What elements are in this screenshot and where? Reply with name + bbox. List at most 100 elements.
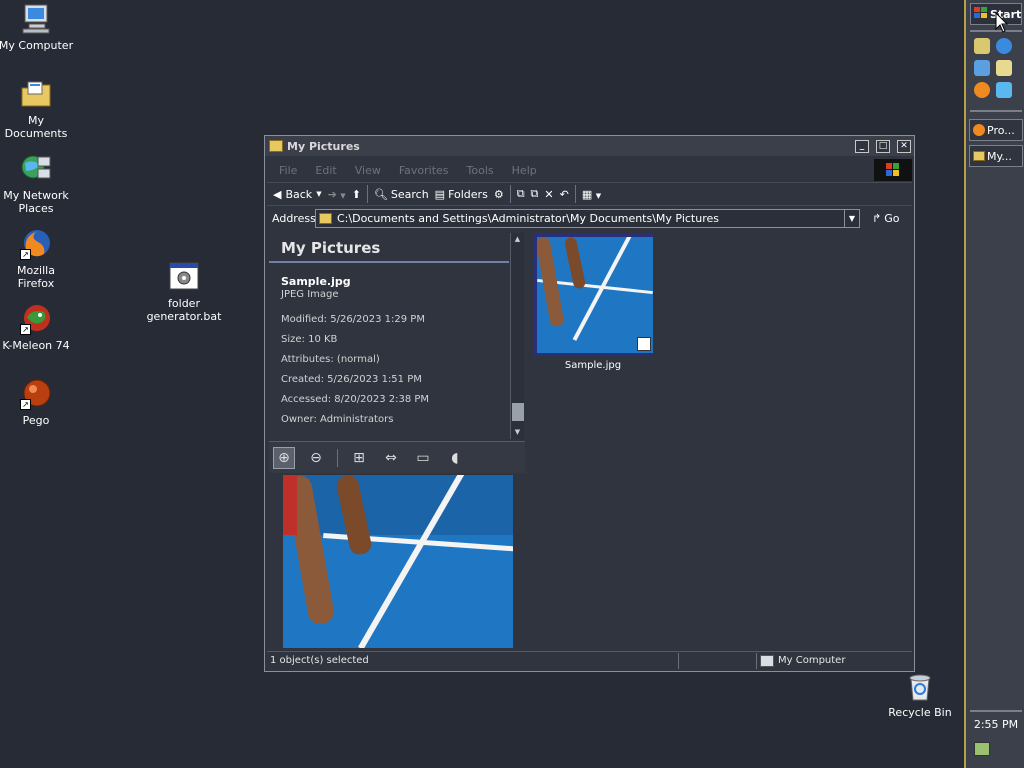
address-value: C:\Documents and Settings\Administrator\… (337, 211, 719, 225)
preview-shirt (283, 475, 297, 535)
desktop-icon-label: My Network Places (3, 189, 69, 215)
folder-picture-icon (319, 212, 332, 224)
move-to-icon[interactable]: ⧉ (517, 187, 525, 201)
address-label: Address (272, 211, 316, 225)
up-folder-icon[interactable]: ⬆ (352, 188, 361, 201)
minimize-button[interactable]: _ (855, 139, 869, 153)
my-computer-small-icon (760, 654, 774, 667)
go-arrow-icon: ↱ (872, 211, 882, 225)
folders-button[interactable]: ▤ Folders (435, 188, 488, 201)
desktop-icon-k-meleon[interactable]: ↗ K-Meleon 74 (0, 303, 74, 352)
menu-file[interactable]: File (279, 164, 297, 177)
pego-icon: ↗ (20, 378, 52, 410)
status-zone: My Computer (757, 653, 907, 669)
address-bar: Address C:\Documents and Settings\Admini… (267, 207, 912, 229)
accessed-date: Accessed: 8/20/2023 2:38 PM (281, 394, 430, 405)
undo-icon[interactable]: ↶ (560, 188, 569, 201)
close-button[interactable]: ✕ (897, 139, 911, 153)
folder-small-icon (973, 151, 985, 161)
copy-to-icon[interactable]: ⧉ (531, 187, 539, 201)
thumbnail-filename[interactable]: Sample.jpg (533, 360, 653, 371)
scroll-up-icon[interactable]: ▲ (511, 233, 524, 246)
desktop-icon-my-computer[interactable]: My Computer (0, 3, 74, 52)
menu-favorites[interactable]: Favorites (399, 164, 449, 177)
scrollbar-thumb[interactable] (512, 403, 524, 421)
taskbar: Start Pro... My... 2:55 PM (964, 0, 1024, 768)
jpeg-overlay-icon (637, 337, 651, 351)
scroll-down-icon[interactable]: ▼ (511, 426, 524, 439)
search-button[interactable]: 🔍︎ Search (374, 188, 429, 201)
file-size: Size: 10 KB (281, 334, 338, 345)
folder-picture-icon (269, 140, 283, 152)
details-scrollbar[interactable]: ▲ ▼ (510, 233, 524, 439)
my-documents-icon (20, 78, 52, 110)
desktop-icon-network-places[interactable]: My Network Places (0, 153, 74, 215)
file-type: JPEG Image (281, 289, 339, 300)
desktop-icon-label: folder generator.bat (146, 297, 222, 323)
task-button-my-pictures[interactable]: My... (969, 145, 1023, 167)
menu-tools[interactable]: Tools (467, 164, 494, 177)
shortcut-arrow-icon: ↗ (20, 324, 31, 335)
title-bar[interactable]: My Pictures _ □ ✕ (265, 136, 914, 156)
desktop-icon-pego[interactable]: ↗ Pego (0, 378, 74, 427)
file-attributes: Attributes: (normal) (281, 354, 380, 365)
messenger-icon[interactable] (996, 82, 1012, 98)
my-computer-icon (20, 3, 52, 35)
rotate-icon[interactable]: ◖ (444, 447, 466, 469)
shortcut-arrow-icon: ↗ (20, 249, 31, 260)
back-button[interactable]: ◀ Back ▼ (273, 188, 322, 201)
status-selection: 1 object(s) selected (267, 652, 679, 669)
best-fit-icon[interactable]: ⊞ (348, 447, 370, 469)
system-clock[interactable]: 2:55 PM (969, 718, 1023, 731)
explorer-window[interactable]: My Pictures _ □ ✕ File Edit View Favorit… (264, 135, 915, 672)
views-button[interactable]: ▦ ▼ (582, 188, 601, 201)
outlook-express-icon[interactable] (974, 60, 990, 76)
menu-help[interactable]: Help (512, 164, 537, 177)
internet-explorer-icon[interactable] (996, 38, 1012, 54)
taskbar-separator (970, 710, 1022, 712)
zoom-out-icon[interactable]: ⊖ (305, 447, 327, 469)
desktop-icon-label: Pego (22, 414, 50, 427)
show-desktop-icon[interactable] (974, 38, 990, 54)
menu-view[interactable]: View (355, 164, 381, 177)
status-bar: 1 object(s) selected My Computer (267, 651, 912, 669)
desktop-icon-label: My Documents (4, 114, 68, 140)
firefox-quicklaunch-icon[interactable] (974, 82, 990, 98)
firefox-icon: ↗ (20, 228, 52, 260)
forward-button[interactable]: ➔ ▼ (328, 188, 346, 201)
maximize-button[interactable]: □ (876, 139, 890, 153)
window-title: My Pictures (287, 139, 360, 153)
taskbar-separator (970, 110, 1022, 112)
back-arrow-icon: ◀ (273, 187, 282, 201)
recycle-bin-icon (904, 670, 936, 702)
actual-size-icon[interactable]: ⇔ (380, 447, 402, 469)
delete-icon[interactable]: ✕ (544, 188, 553, 201)
toolbar-separator (509, 185, 511, 203)
address-input[interactable]: C:\Documents and Settings\Administrator\… (315, 208, 860, 228)
go-button[interactable]: ↱ Go (872, 212, 899, 225)
desktop-icon-batch-file[interactable]: folder generator.bat (146, 261, 222, 323)
task-button-pro[interactable]: Pro... (969, 119, 1023, 141)
network-tray-icon[interactable] (974, 742, 990, 756)
created-date: Created: 5/26/2023 1:51 PM (281, 374, 422, 385)
folders-icon: ▤ (434, 187, 446, 201)
network-places-icon (20, 153, 52, 185)
menu-bar: File Edit View Favorites Tools Help (267, 158, 912, 182)
address-dropdown-button[interactable]: ▼ (844, 209, 859, 227)
sync-icon[interactable]: ⚙ (494, 188, 504, 201)
menu-edit[interactable]: Edit (315, 164, 336, 177)
chevron-down-icon[interactable]: ▼ (316, 190, 321, 198)
file-thumbnail[interactable] (533, 233, 653, 355)
slideshow-icon[interactable]: ▭ (412, 447, 434, 469)
desktop-icon-firefox[interactable]: ↗ Mozilla Firefox (0, 228, 74, 290)
windows-logo-icon (874, 159, 912, 181)
desktop-icon-label: Mozilla Firefox (17, 264, 55, 290)
zoom-in-icon[interactable]: ⊕ (273, 446, 295, 469)
shortcut-arrow-icon: ↗ (20, 399, 31, 410)
standard-toolbar: ◀ Back ▼ ➔ ▼ ⬆ 🔍︎ Search ▤ Folders ⚙ ⧉ ⧉… (267, 182, 912, 206)
desktop-icon-my-documents[interactable]: My Documents (0, 78, 74, 140)
windows-flag-icon (974, 6, 988, 22)
thumbnail-image (537, 237, 653, 353)
search-quicklaunch-icon[interactable] (996, 60, 1012, 76)
desktop-icon-recycle-bin[interactable]: Recycle Bin (882, 670, 958, 719)
